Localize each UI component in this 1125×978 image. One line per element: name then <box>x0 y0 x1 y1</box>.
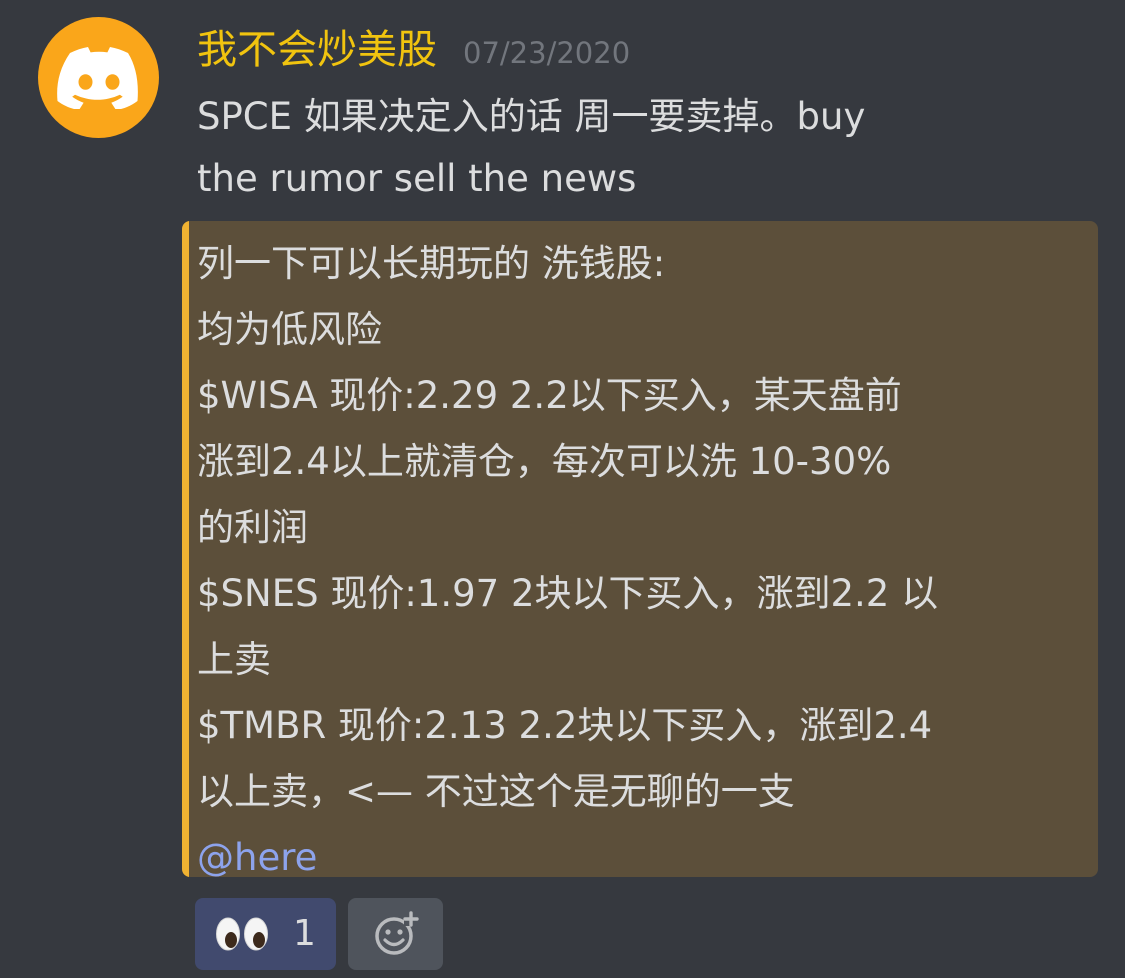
reactions-bar: 1 <box>195 898 443 970</box>
eyes-emoji-icon <box>216 917 269 951</box>
message-text: SPCE 如果决定入的话 周一要卖掉。buy the rumor sell th… <box>197 95 866 200</box>
embed-line: $TMBR 现价:2.13 2.2块以下买入，涨到2.4 以上卖，<— 不过这个… <box>197 704 933 813</box>
add-reaction-button[interactable] <box>348 898 443 970</box>
embed-body: 列一下可以长期玩的 洗钱股: 均为低风险 $WISA 现价:2.29 2.2以下… <box>197 231 1087 877</box>
message-embed: 列一下可以长期玩的 洗钱股: 均为低风险 $WISA 现价:2.29 2.2以下… <box>182 221 1098 877</box>
embed-accent-bar <box>182 221 189 877</box>
discord-logo-icon <box>56 46 138 109</box>
username[interactable]: 我不会炒美股 <box>197 22 437 78</box>
add-reaction-icon <box>374 911 419 955</box>
reaction-eyes[interactable]: 1 <box>195 898 336 970</box>
embed-line: $WISA 现价:2.29 2.2以下买入，某天盘前 涨到2.4以上就清仓，每次… <box>197 374 902 549</box>
embed-line: 列一下可以长期玩的 洗钱股: <box>197 242 666 285</box>
chat-message: 我不会炒美股 07/23/2020 SPCE 如果决定入的话 周一要卖掉。buy… <box>0 0 1125 978</box>
here-mention[interactable]: @here <box>197 825 1087 877</box>
embed-line: 均为低风险 <box>197 308 382 351</box>
avatar[interactable] <box>38 17 159 138</box>
embed-line: $SNES 现价:1.97 2块以下买入，涨到2.2 以 上卖 <box>197 572 939 681</box>
reaction-count: 1 <box>293 913 316 954</box>
timestamp: 07/23/2020 <box>463 36 631 70</box>
message-header: 我不会炒美股 07/23/2020 <box>197 22 630 82</box>
